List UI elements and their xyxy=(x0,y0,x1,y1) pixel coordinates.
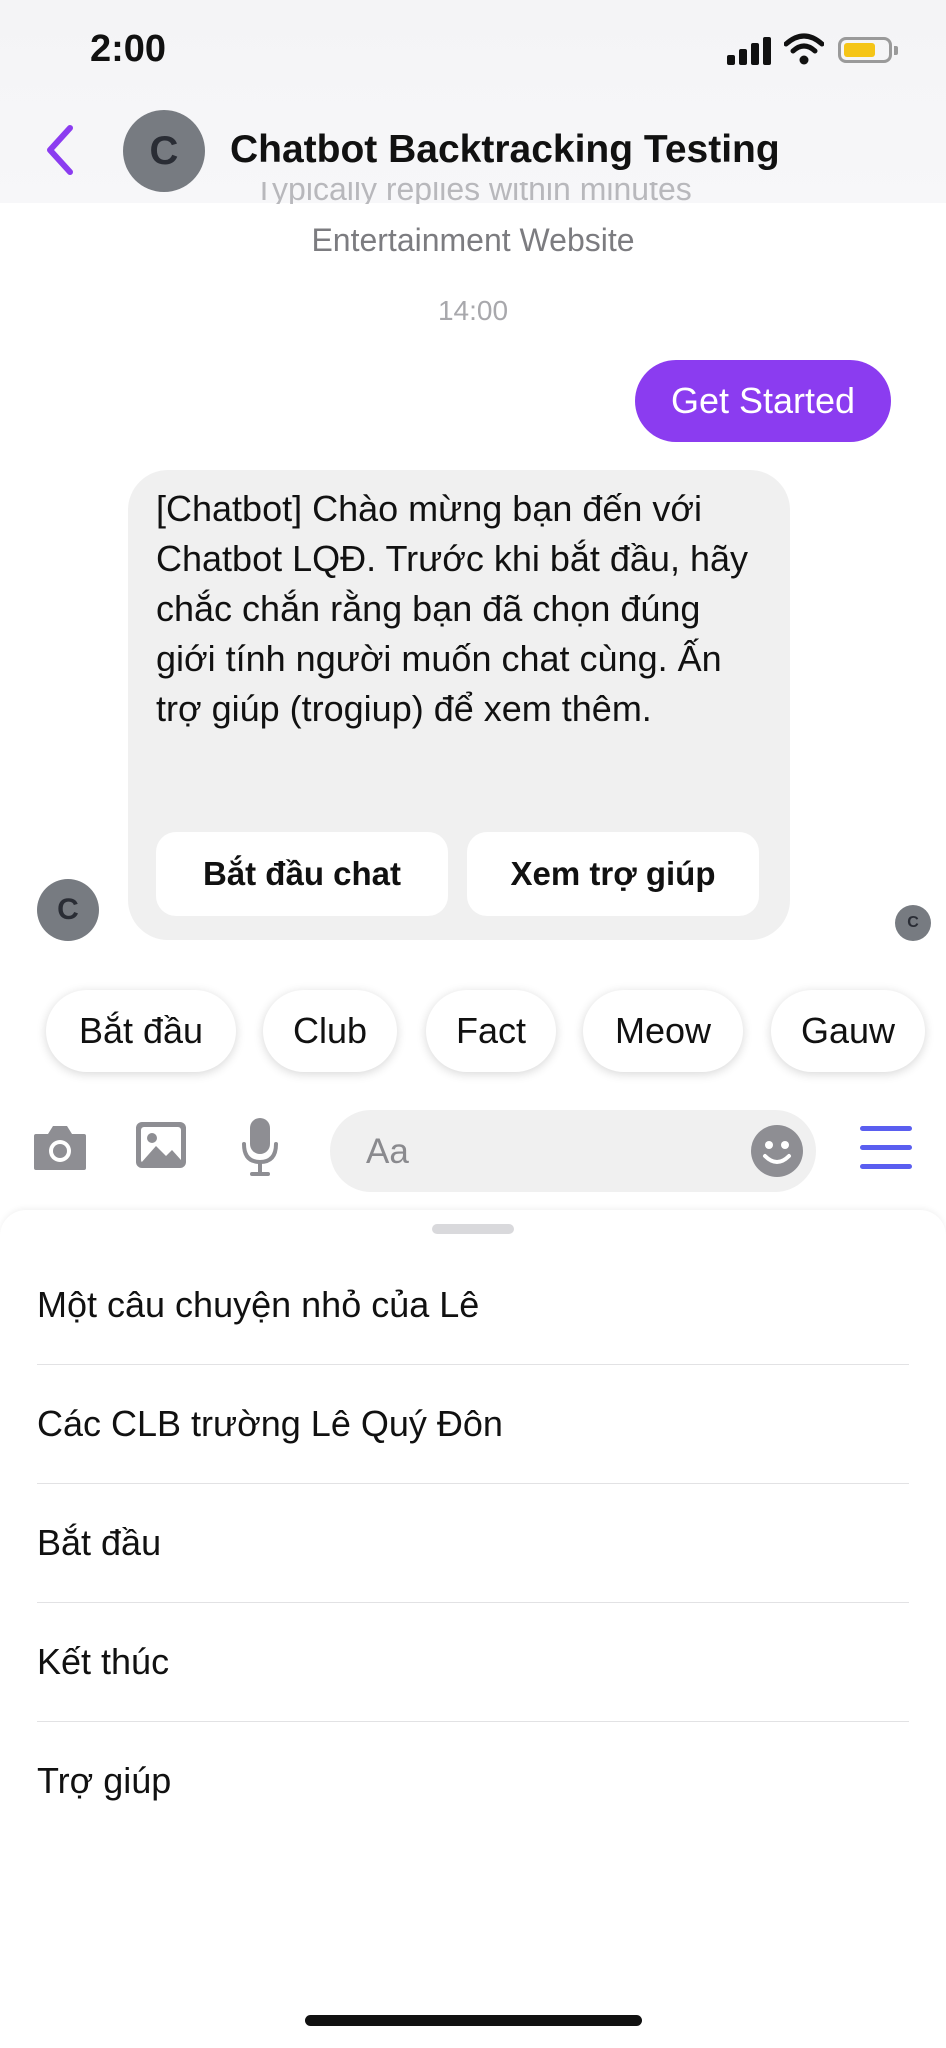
menu-item-help[interactable]: Trợ giúp xyxy=(37,1722,909,1840)
quick-reply-meow[interactable]: Meow xyxy=(583,990,743,1072)
wifi-icon xyxy=(784,33,824,65)
bot-message-text: [Chatbot] Chào mừng bạn đến với Chatbot … xyxy=(156,488,748,729)
message-input-container xyxy=(330,1110,816,1194)
menu-icon[interactable] xyxy=(860,1126,912,1170)
message-timestamp: 14:00 xyxy=(437,295,509,326)
microphone-icon[interactable] xyxy=(240,1116,280,1178)
view-help-button[interactable]: Xem trợ giúp xyxy=(467,832,759,916)
battery-icon xyxy=(838,37,898,63)
quick-reply-bat-dau[interactable]: Bắt đầu xyxy=(46,990,236,1072)
bot-avatar: C xyxy=(37,879,99,941)
image-icon[interactable] xyxy=(134,1120,188,1170)
replies-note: Typically replies within minutes xyxy=(254,182,692,204)
emoji-icon[interactable] xyxy=(750,1124,804,1178)
bot-message-bubble: [Chatbot] Chào mừng bạn đến với Chatbot … xyxy=(128,470,790,940)
sheet-grabber[interactable] xyxy=(432,1224,514,1234)
page-category: Entertainment Website xyxy=(311,222,635,258)
chatbot-avatar[interactable]: C xyxy=(123,110,205,192)
menu-item-start[interactable]: Bắt đầu xyxy=(37,1484,909,1602)
message-input[interactable] xyxy=(364,1110,728,1194)
camera-icon[interactable] xyxy=(32,1122,88,1174)
status-time: 2:00 xyxy=(90,28,167,70)
read-receipt-avatar: C xyxy=(895,905,931,941)
home-indicator[interactable] xyxy=(305,2015,642,2026)
quick-reply-club[interactable]: Club xyxy=(263,990,397,1072)
cellular-signal-icon xyxy=(727,35,771,65)
menu-item-end[interactable]: Kết thúc xyxy=(37,1603,909,1721)
chat-title[interactable]: Chatbot Backtracking Testing xyxy=(230,128,780,172)
top-bar: 2:00 C Chatbot Backtracking Testing xyxy=(0,0,946,203)
menu-item-clubs[interactable]: Các CLB trường Lê Quý Đôn xyxy=(37,1365,909,1483)
menu-item-story[interactable]: Một câu chuyện nhỏ của Lê xyxy=(37,1246,909,1364)
quick-reply-fact[interactable]: Fact xyxy=(426,990,556,1072)
back-arrow-icon[interactable] xyxy=(40,120,80,180)
persistent-menu-sheet: Một câu chuyện nhỏ của Lê Các CLB trường… xyxy=(0,1210,946,2048)
quick-reply-gauw[interactable]: Gauw xyxy=(771,990,925,1072)
user-message-bubble: Get Started xyxy=(635,360,891,442)
start-chat-button[interactable]: Bắt đầu chat xyxy=(156,832,448,916)
